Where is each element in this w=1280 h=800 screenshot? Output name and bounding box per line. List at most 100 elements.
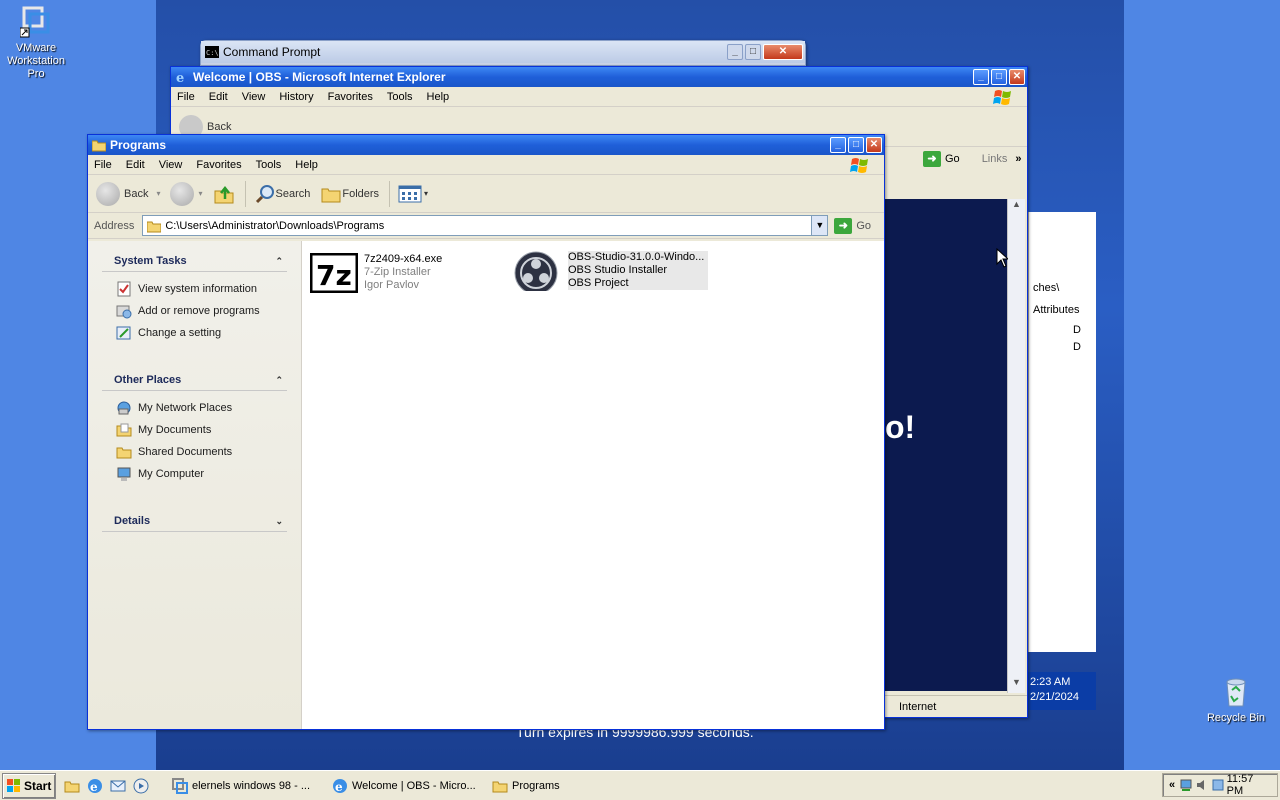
- svg-text:e: e: [335, 780, 343, 794]
- file-obs-installer[interactable]: OBS-Studio-31.0.0-Windo... OBS Studio In…: [514, 251, 709, 291]
- expand-chevron-icon[interactable]: ⌄: [275, 516, 283, 527]
- ie-menu-help[interactable]: Help: [427, 91, 450, 103]
- vm-tools-tray-icon[interactable]: [1211, 778, 1224, 792]
- explorer-fragment-window[interactable]: ches\ Attributes D D: [1028, 212, 1096, 652]
- vm-clock-time: 2:23 AM: [1030, 676, 1071, 688]
- views-dropdown-icon[interactable]: ▾: [424, 189, 428, 198]
- taskbar-item-vmware[interactable]: elernels windows 98 - ...: [168, 774, 322, 798]
- cmd-minimize-button[interactable]: _: [727, 44, 743, 60]
- volume-tray-icon[interactable]: [1195, 778, 1208, 792]
- back-button[interactable]: Back ▾: [96, 181, 160, 206]
- cmd-maximize-button[interactable]: □: [745, 44, 761, 60]
- ie-links-chevron-icon[interactable]: »: [1015, 153, 1021, 165]
- search-icon: [255, 184, 274, 203]
- folders-icon: [321, 188, 341, 202]
- start-label: Start: [24, 778, 52, 793]
- media-player-icon[interactable]: [133, 778, 149, 794]
- address-input[interactable]: C:\Users\Administrator\Downloads\Program…: [142, 215, 829, 236]
- forward-button[interactable]: ▾: [170, 181, 203, 206]
- ie-icon: e: [175, 70, 189, 86]
- cmd-icon: C:\: [205, 45, 219, 59]
- outlook-express-icon[interactable]: [110, 778, 126, 794]
- ie-close-button[interactable]: ✕: [1009, 69, 1025, 85]
- ie-menu-tools[interactable]: Tools: [387, 91, 413, 103]
- ie-go-label[interactable]: Go: [945, 153, 960, 165]
- mouse-cursor-icon: [996, 248, 1008, 268]
- cmd-close-button[interactable]: ✕: [763, 44, 803, 60]
- collapse-chevron-icon[interactable]: ⌃: [275, 256, 283, 267]
- scroll-up-icon[interactable]: ▲: [1008, 199, 1025, 215]
- menu-help[interactable]: Help: [295, 159, 318, 171]
- ie-menu-file[interactable]: File: [177, 91, 195, 103]
- folders-label: Folders: [342, 187, 380, 200]
- tray-expand-chevron-icon[interactable]: «: [1169, 779, 1175, 791]
- go-button[interactable]: ➜ Go: [834, 217, 871, 234]
- search-label: Search: [275, 187, 311, 200]
- cmd-titlebar[interactable]: C:\ Command Prompt _ □ ✕: [201, 41, 805, 63]
- place-my-documents[interactable]: My Documents: [102, 419, 287, 441]
- place-shared-documents[interactable]: Shared Documents: [102, 441, 287, 463]
- ie-menu-edit[interactable]: Edit: [209, 91, 228, 103]
- ie-menu-favorites[interactable]: Favorites: [328, 91, 373, 103]
- programs-title: Programs: [110, 138, 167, 152]
- ie-minimize-button[interactable]: _: [973, 69, 989, 85]
- attributes-column-header[interactable]: Attributes: [1033, 304, 1079, 316]
- ie-titlebar[interactable]: e Welcome | OBS - Microsoft Internet Exp…: [171, 67, 1027, 87]
- back-dropdown-icon[interactable]: ▾: [156, 189, 160, 198]
- programs-close-button[interactable]: ✕: [866, 137, 882, 153]
- show-desktop-icon[interactable]: [64, 778, 80, 794]
- taskbar-item-programs[interactable]: Programs: [488, 774, 642, 798]
- address-dropdown-icon[interactable]: ▼: [811, 216, 828, 235]
- programs-body: System Tasks ⌃ View system information A…: [88, 241, 884, 729]
- vmware-workstation-shortcut[interactable]: VMware Workstation Pro: [0, 6, 72, 81]
- taskbar-clock: 11:57 PM: [1226, 773, 1254, 797]
- back-label: Back: [124, 187, 149, 200]
- views-button[interactable]: ▾: [398, 185, 428, 203]
- ie-go-arrow-icon[interactable]: ➜: [923, 151, 941, 167]
- file-7zip-installer[interactable]: 7z 7z2409-x64.exe 7-Zip Installer Igor P…: [310, 253, 442, 293]
- ie-maximize-button[interactable]: □: [991, 69, 1007, 85]
- menu-tools[interactable]: Tools: [256, 159, 282, 171]
- ie-scrollbar[interactable]: ▲ ▼: [1007, 199, 1025, 693]
- ie-links-label[interactable]: Links: [982, 153, 1008, 165]
- system-tasks-header[interactable]: System Tasks ⌃: [102, 249, 287, 272]
- place-my-computer[interactable]: My Computer: [102, 463, 287, 485]
- network-tray-icon[interactable]: [1179, 778, 1192, 792]
- collapse-chevron-icon[interactable]: ⌃: [275, 375, 283, 386]
- menu-file[interactable]: File: [94, 159, 112, 171]
- scroll-down-icon[interactable]: ▼: [1008, 677, 1025, 693]
- my-computer-icon: [117, 467, 131, 481]
- programs-maximize-button[interactable]: □: [848, 137, 864, 153]
- ie-menu-history[interactable]: History: [279, 91, 313, 103]
- programs-titlebar[interactable]: Programs _ □ ✕: [88, 135, 884, 155]
- search-button[interactable]: Search: [254, 183, 311, 205]
- command-prompt-window[interactable]: C:\ Command Prompt _ □ ✕: [200, 40, 806, 66]
- internet-explorer-icon[interactable]: e: [87, 778, 103, 794]
- menu-view[interactable]: View: [159, 159, 183, 171]
- ie-menubar: File Edit View History Favorites Tools H…: [171, 87, 1027, 107]
- address-label: Address: [94, 219, 135, 232]
- place-my-network-places[interactable]: My Network Places: [102, 397, 287, 419]
- file-list[interactable]: 7z 7z2409-x64.exe 7-Zip Installer Igor P…: [302, 241, 884, 729]
- task-view-system-information[interactable]: View system information: [102, 278, 287, 300]
- attribute-cell: D: [1073, 341, 1081, 353]
- menu-favorites[interactable]: Favorites: [196, 159, 241, 171]
- cmd-title: Command Prompt: [223, 45, 321, 59]
- other-places-header[interactable]: Other Places ⌃: [102, 368, 287, 391]
- programs-minimize-button[interactable]: _: [830, 137, 846, 153]
- recycle-bin-shortcut[interactable]: Recycle Bin: [1200, 676, 1272, 725]
- up-folder-button[interactable]: [213, 183, 235, 205]
- 7zip-icon: 7z: [310, 253, 358, 293]
- programs-folder-window[interactable]: Programs _ □ ✕ File Edit View Favorites …: [87, 134, 885, 730]
- menu-edit[interactable]: Edit: [126, 159, 145, 171]
- ie-menu-view[interactable]: View: [242, 91, 266, 103]
- folders-button[interactable]: Folders: [320, 183, 379, 205]
- forward-dropdown-icon[interactable]: ▾: [198, 189, 202, 198]
- start-button[interactable]: Start: [2, 772, 56, 799]
- taskbar-item-ie[interactable]: e Welcome | OBS - Micro...: [328, 774, 482, 798]
- task-add-remove-programs[interactable]: Add or remove programs: [102, 300, 287, 322]
- details-header[interactable]: Details ⌄: [102, 509, 287, 532]
- svg-text:7z: 7z: [316, 259, 352, 292]
- address-value: C:\Users\Administrator\Downloads\Program…: [165, 219, 385, 232]
- task-change-setting[interactable]: Change a setting: [102, 322, 287, 344]
